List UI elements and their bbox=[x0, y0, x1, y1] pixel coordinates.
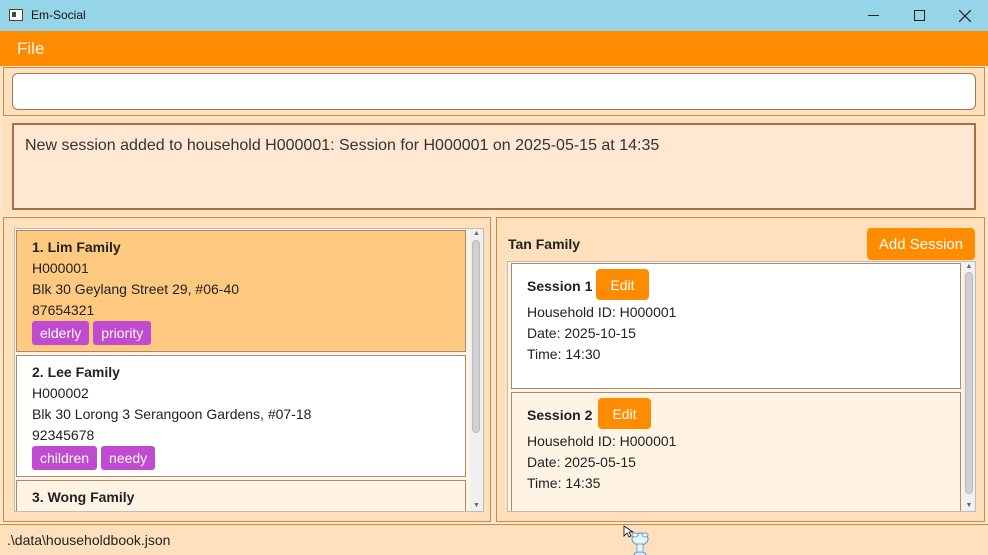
status-file-path: .\data\householdbook.json bbox=[7, 532, 171, 548]
household-id: H000002 bbox=[32, 385, 89, 401]
close-icon bbox=[959, 9, 971, 22]
maximize-button[interactable] bbox=[896, 0, 942, 31]
close-button[interactable] bbox=[942, 0, 988, 31]
session-date: Date: 2025-05-15 bbox=[527, 454, 636, 470]
tag-badge: elderly bbox=[32, 321, 90, 345]
session-household-id: Household ID: H000001 bbox=[527, 433, 677, 449]
session-household-id: Household ID: H000001 bbox=[527, 304, 677, 320]
session-card[interactable]: Session 2 Edit Household ID: H000001 Dat… bbox=[511, 392, 961, 511]
tag-badge: needy bbox=[101, 446, 156, 470]
session-time: Time: 14:30 bbox=[527, 346, 601, 362]
household-address: Blk 30 Lorong 3 Serangoon Gardens, #07-1… bbox=[32, 406, 312, 422]
household-id: H000001 bbox=[32, 260, 89, 276]
session-time: Time: 14:35 bbox=[527, 475, 601, 491]
maximize-icon bbox=[913, 10, 925, 21]
window-title: Em-Social bbox=[31, 8, 86, 22]
household-address: Blk 30 Geylang Street 29, #06-40 bbox=[32, 281, 240, 297]
selected-household-name: Tan Family bbox=[508, 236, 581, 252]
scroll-thumb[interactable] bbox=[472, 240, 480, 433]
tag-badge: priority bbox=[93, 321, 152, 345]
tag-badge: children bbox=[32, 446, 98, 470]
minimize-button[interactable] bbox=[850, 0, 896, 31]
menu-bar: File bbox=[0, 31, 988, 66]
title-bar: Em-Social bbox=[0, 0, 988, 31]
household-details-panel: Tan Family Add Session Session 1 Edit Ho… bbox=[496, 217, 985, 522]
session-list[interactable]: Session 1 Edit Household ID: H000001 Dat… bbox=[507, 261, 976, 512]
add-session-button[interactable]: Add Session bbox=[867, 228, 975, 260]
minimize-icon bbox=[867, 15, 879, 16]
scroll-down-icon[interactable]: ▼ bbox=[470, 501, 483, 511]
status-bar: .\data\householdbook.json bbox=[0, 524, 988, 555]
session-title: Session 2 bbox=[527, 407, 593, 423]
household-phone: 87654321 bbox=[32, 302, 95, 318]
edit-session-button[interactable]: Edit bbox=[598, 398, 651, 429]
household-name: 1. Lim Family bbox=[32, 239, 121, 255]
result-display: New session added to household H000001: … bbox=[12, 123, 976, 210]
session-date: Date: 2025-10-15 bbox=[527, 325, 636, 341]
command-area bbox=[3, 67, 985, 116]
edit-session-button[interactable]: Edit bbox=[596, 269, 649, 300]
household-card[interactable]: 2. Lee Family H000002 Blk 30 Lorong 3 Se… bbox=[16, 355, 466, 477]
busy-cursor-icon bbox=[623, 525, 649, 555]
app-window-icon bbox=[9, 9, 23, 21]
result-message: New session added to household H000001: … bbox=[25, 137, 660, 154]
session-title: Session 1 bbox=[527, 278, 593, 294]
household-name: 3. Wong Family bbox=[32, 489, 135, 505]
result-area: New session added to household H000001: … bbox=[3, 119, 985, 215]
scroll-up-icon[interactable]: ▲ bbox=[963, 262, 975, 272]
scroll-down-icon[interactable]: ▼ bbox=[963, 501, 975, 511]
scroll-up-icon[interactable]: ▲ bbox=[470, 229, 483, 239]
session-card[interactable]: Session 1 Edit Household ID: H000001 Dat… bbox=[511, 263, 961, 389]
command-input[interactable] bbox=[12, 73, 976, 110]
household-name: 2. Lee Family bbox=[32, 364, 120, 380]
household-card[interactable]: 1. Lim Family H000001 Blk 30 Geylang Str… bbox=[16, 230, 466, 352]
household-card[interactable]: 3. Wong Family bbox=[16, 480, 466, 511]
menu-file[interactable]: File bbox=[17, 39, 44, 59]
household-list-panel: 1. Lim Family H000001 Blk 30 Geylang Str… bbox=[3, 217, 491, 522]
household-phone: 92345678 bbox=[32, 427, 95, 443]
scroll-thumb[interactable] bbox=[965, 272, 973, 494]
household-list[interactable]: 1. Lim Family H000001 Blk 30 Geylang Str… bbox=[14, 228, 484, 512]
list-scrollbar[interactable]: ▲ ▼ bbox=[470, 229, 483, 511]
session-scrollbar[interactable]: ▲ ▼ bbox=[963, 262, 975, 511]
